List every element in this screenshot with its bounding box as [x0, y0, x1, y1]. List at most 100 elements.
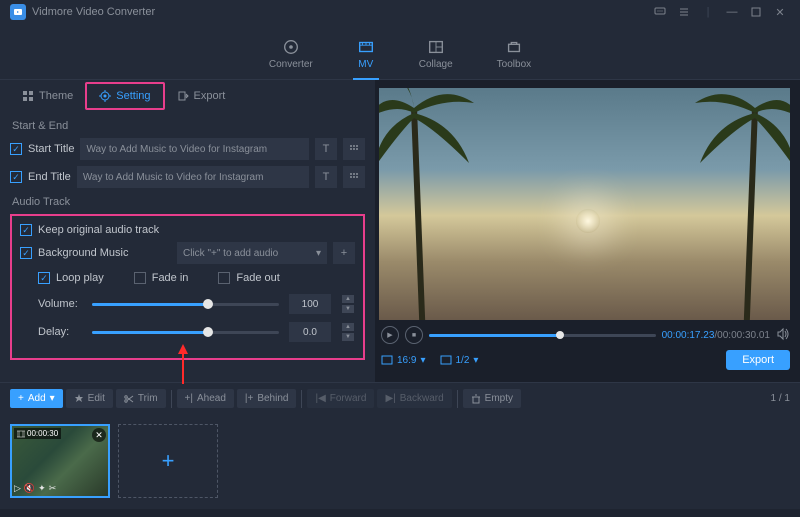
end-title-text-icon[interactable]: T: [315, 166, 337, 188]
titlebar: Vidmore Video Converter | — ✕: [0, 0, 800, 24]
skip-forward-icon: ▶|: [385, 393, 395, 404]
trim-label: Trim: [138, 393, 158, 404]
preview-panel: ▶ ■ 00:00:17.23/00:00:30.01 16:9 ▾: [375, 80, 800, 382]
maximize-icon[interactable]: [746, 2, 766, 22]
clip-mute-icon[interactable]: 🔇: [24, 483, 35, 494]
top-navigation: Converter MV Collage Toolbox: [0, 24, 800, 80]
arrow-left-end-icon: +|: [185, 393, 193, 404]
forward-label: Forward: [330, 393, 367, 404]
backward-button[interactable]: ▶| Backward: [377, 389, 451, 408]
clip-duration: 00:00:30: [14, 428, 61, 439]
volume-icon[interactable]: [776, 327, 790, 344]
empty-label: Empty: [485, 393, 513, 404]
current-time: 00:00:17.23: [662, 330, 715, 341]
keep-audio-checkbox[interactable]: [20, 224, 32, 236]
end-title-input[interactable]: [77, 166, 309, 188]
aspect-ratio-selector[interactable]: 16:9 ▾: [381, 355, 426, 366]
ahead-label: Ahead: [197, 393, 226, 404]
behind-button[interactable]: |+ Behind: [237, 389, 297, 408]
start-title-grid-icon[interactable]: [343, 138, 365, 160]
volume-label: Volume:: [38, 298, 82, 310]
bgm-dropdown[interactable]: Click "+" to add audio ▾: [177, 242, 327, 264]
behind-label: Behind: [257, 393, 288, 404]
clip-trim-icon[interactable]: ✂: [49, 483, 57, 494]
star-icon: [74, 394, 84, 404]
video-preview[interactable]: [379, 88, 790, 320]
tab-setting[interactable]: Setting: [85, 82, 164, 110]
bgm-dropdown-text: Click "+" to add audio: [183, 248, 278, 259]
audio-track-section: Audio Track: [12, 196, 365, 208]
zoom-selector[interactable]: 1/2 ▾: [440, 355, 479, 366]
aspect-ratio-value: 16:9: [397, 355, 416, 366]
empty-button[interactable]: Empty: [463, 389, 521, 408]
arrow-right-end-icon: |+: [245, 393, 253, 404]
nav-converter-label: Converter: [269, 59, 313, 70]
start-title-text-icon[interactable]: T: [315, 138, 337, 160]
add-audio-button[interactable]: +: [333, 242, 355, 264]
add-clip-button[interactable]: +: [118, 424, 218, 498]
tab-theme[interactable]: Theme: [10, 82, 85, 110]
plus-icon: +: [18, 393, 24, 404]
forward-button[interactable]: |◀ Forward: [307, 389, 374, 408]
feedback-icon[interactable]: [650, 2, 670, 22]
close-icon[interactable]: ✕: [770, 2, 790, 22]
clip-edit-icon[interactable]: ✦: [38, 483, 46, 494]
end-title-checkbox[interactable]: [10, 171, 22, 183]
play-button[interactable]: ▶: [381, 326, 399, 344]
export-button[interactable]: Export: [726, 350, 790, 370]
export-button-label: Export: [742, 354, 774, 366]
fadeout-checkbox[interactable]: [218, 272, 230, 284]
menu-icon[interactable]: [674, 2, 694, 22]
volume-slider[interactable]: [92, 303, 279, 306]
divider-icon: |: [698, 2, 718, 22]
nav-toolbox[interactable]: Toolbox: [493, 24, 535, 80]
clip-toolbar: + Add ▾ Edit Trim +| Ahead |+ Behind |◀ …: [0, 382, 800, 414]
edit-button[interactable]: Edit: [66, 389, 113, 408]
chevron-down-icon: ▾: [316, 248, 321, 259]
start-title-input[interactable]: [80, 138, 309, 160]
time-display: 00:00:17.23/00:00:30.01: [662, 330, 770, 341]
edit-label: Edit: [88, 393, 105, 404]
stop-button[interactable]: ■: [405, 326, 423, 344]
film-icon: [17, 430, 25, 438]
start-title-checkbox[interactable]: [10, 143, 22, 155]
backward-label: Backward: [400, 393, 444, 404]
preview-timeline[interactable]: [429, 334, 656, 337]
fadein-checkbox[interactable]: [134, 272, 146, 284]
clip-play-icon[interactable]: ▷: [14, 483, 21, 494]
clip-item[interactable]: 00:00:30 ✕ ▷ 🔇 ✦ ✂: [10, 424, 110, 498]
tab-setting-label: Setting: [116, 90, 150, 102]
nav-collage[interactable]: Collage: [415, 24, 457, 80]
tab-export[interactable]: Export: [165, 82, 238, 110]
nav-toolbox-label: Toolbox: [497, 59, 531, 70]
preview-decoration: [379, 88, 484, 320]
delay-slider[interactable]: [92, 331, 279, 334]
delay-spinner[interactable]: ▲▼: [341, 322, 355, 342]
add-button[interactable]: + Add ▾: [10, 389, 63, 408]
nav-collage-label: Collage: [419, 59, 453, 70]
minimize-icon[interactable]: —: [722, 2, 742, 22]
clip-remove-button[interactable]: ✕: [92, 428, 106, 442]
app-title: Vidmore Video Converter: [32, 6, 155, 18]
volume-spinner[interactable]: ▲▼: [341, 294, 355, 314]
nav-mv[interactable]: MV: [353, 24, 379, 80]
tab-export-label: Export: [194, 90, 226, 102]
chevron-down-icon: ▾: [420, 355, 425, 366]
chevron-down-icon: ▾: [50, 393, 55, 404]
ahead-button[interactable]: +| Ahead: [177, 389, 234, 408]
nav-converter[interactable]: Converter: [265, 24, 317, 80]
settings-panel: Theme Setting Export Start & End Start T…: [0, 80, 375, 382]
chevron-down-icon: ▾: [473, 355, 478, 366]
tab-theme-label: Theme: [39, 90, 73, 102]
loop-checkbox[interactable]: [38, 272, 50, 284]
bgm-checkbox[interactable]: [20, 247, 32, 259]
skip-back-icon: |◀: [315, 393, 325, 404]
end-title-grid-icon[interactable]: [343, 166, 365, 188]
zoom-value: 1/2: [456, 355, 470, 366]
page-indicator: 1 / 1: [771, 393, 790, 404]
trim-button[interactable]: Trim: [116, 389, 166, 408]
bgm-label: Background Music: [38, 247, 129, 259]
end-title-label: End Title: [28, 171, 71, 183]
preview-decoration: [685, 88, 790, 320]
plus-icon: +: [162, 448, 175, 474]
